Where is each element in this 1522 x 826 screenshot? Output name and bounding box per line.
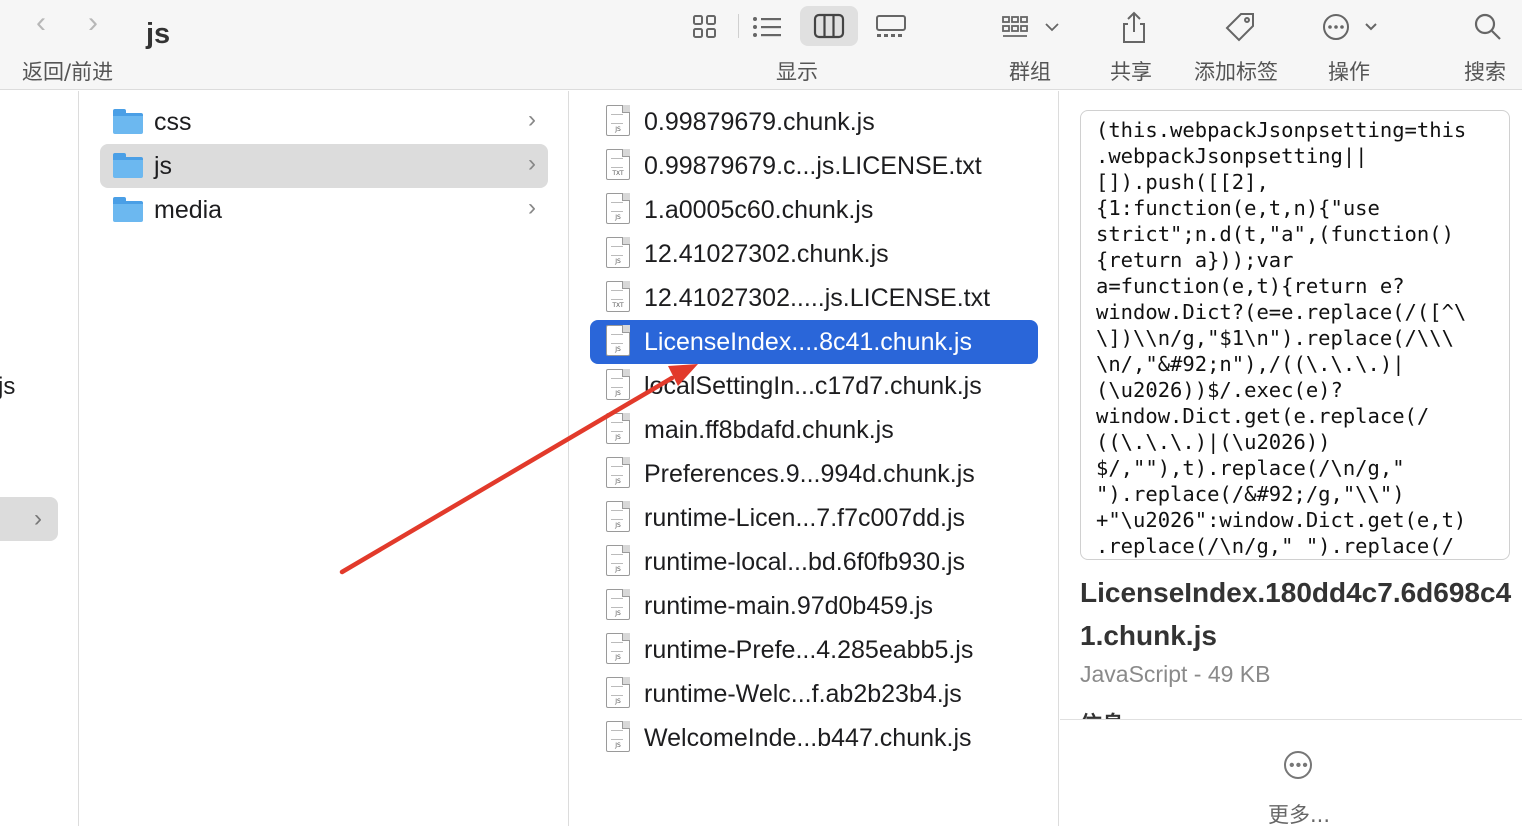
file-name: runtime-local...bd.6f0fb930.js <box>644 548 966 576</box>
action-more-icon[interactable] <box>1320 8 1384 46</box>
file-row[interactable]: JS Preferences.9...994d.chunk.js <box>590 452 1038 496</box>
file-row[interactable]: TXT 0.99879679.c...js.LICENSE.txt <box>590 144 1038 188</box>
file-name: Preferences.9...994d.chunk.js <box>644 460 975 488</box>
code-preview-text: (this.webpackJsonpsetting=this .webpackJ… <box>1096 118 1467 558</box>
share-label: 共享 <box>1110 60 1152 84</box>
more-label[interactable]: 更多... <box>1268 799 1330 826</box>
info-heading: 信息 <box>1080 707 1520 719</box>
folder-icon <box>113 109 143 134</box>
file-row[interactable]: JS runtime-main.97d0b459.js <box>590 584 1038 628</box>
js-file-icon: JS <box>606 633 630 664</box>
file-row[interactable]: JS main.ff8bdafd.chunk.js <box>590 408 1038 452</box>
js-file-icon: JS <box>606 457 630 488</box>
preview-kind-size: JavaScript - 49 KB <box>1080 661 1271 687</box>
folder-name: css <box>154 108 192 136</box>
file-name: main.ff8bdafd.chunk.js <box>644 416 894 444</box>
column-view-icon[interactable] <box>800 6 858 46</box>
file-row[interactable]: JS 0.99879679.chunk.js <box>590 100 1038 144</box>
parent-column: js › <box>0 91 79 826</box>
js-file-icon: JS <box>606 677 630 708</box>
js-file-icon: JS <box>606 413 630 444</box>
code-preview[interactable]: (this.webpackJsonpsetting=this .webpackJ… <box>1080 110 1510 560</box>
js-file-icon: JS <box>606 237 630 268</box>
file-name: WelcomeInde...b447.chunk.js <box>644 724 972 752</box>
folders-column: css › js › media › <box>80 91 569 826</box>
preview-file-name: LicenseIndex.180dd4c7.6d698c41.chunk.js <box>1080 577 1512 651</box>
file-row[interactable]: TXT 12.41027302.....js.LICENSE.txt <box>590 276 1038 320</box>
folder-name: media <box>154 196 223 224</box>
file-name: 0.99879679.chunk.js <box>644 108 875 136</box>
gallery-view-icon[interactable] <box>872 8 910 46</box>
finder-toolbar: ‹ › js 返回/前进 显示 群组 共享 添加标签 操作 搜索 <box>0 0 1522 90</box>
partial-selected-row[interactable]: › <box>0 497 58 541</box>
file-name: runtime-Welc...f.ab2b23b4.js <box>644 680 962 708</box>
action-label: 操作 <box>1328 60 1370 84</box>
back-arrow-icon[interactable]: ‹ <box>36 8 46 38</box>
js-file-icon: JS <box>606 369 630 400</box>
txt-file-icon: TXT <box>606 281 630 312</box>
file-name: localSettingIn...c17d7.chunk.js <box>644 372 982 400</box>
search-icon[interactable] <box>1468 8 1508 46</box>
window-title: js <box>146 18 171 50</box>
js-file-icon: JS <box>606 501 630 532</box>
divider <box>1060 719 1522 720</box>
file-name: 12.41027302.chunk.js <box>644 240 889 268</box>
folder-icon <box>113 153 143 178</box>
js-file-icon: JS <box>606 589 630 620</box>
partial-item-label: js <box>0 373 16 400</box>
js-file-icon: JS <box>606 545 630 576</box>
toolbar-separator <box>738 14 739 38</box>
file-name: 0.99879679.c...js.LICENSE.txt <box>644 152 982 180</box>
view-label: 显示 <box>776 60 818 84</box>
group-icon[interactable] <box>1000 8 1064 46</box>
file-name: 12.41027302.....js.LICENSE.txt <box>644 284 991 312</box>
tags-label: 添加标签 <box>1194 60 1278 84</box>
icon-view-icon[interactable] <box>686 8 724 46</box>
folder-row-js[interactable]: js › <box>100 144 548 188</box>
file-name: runtime-Prefe...4.285eabb5.js <box>644 636 974 664</box>
chevron-right-icon: › <box>528 194 536 221</box>
file-row[interactable]: JS runtime-Licen...7.f7c007dd.js <box>590 496 1038 540</box>
group-label: 群组 <box>1009 60 1051 84</box>
js-file-icon: JS <box>606 721 630 752</box>
tag-icon[interactable] <box>1218 8 1262 46</box>
js-file-icon: JS <box>606 105 630 136</box>
file-name: runtime-main.97d0b459.js <box>644 592 934 620</box>
file-row[interactable]: JS runtime-Welc...f.ab2b23b4.js <box>590 672 1038 716</box>
file-row[interactable]: JS localSettingIn...c17d7.chunk.js <box>590 364 1038 408</box>
js-file-icon: JS <box>606 325 630 356</box>
js-file-icon: JS <box>606 193 630 224</box>
folder-icon <box>113 197 143 222</box>
chevron-right-icon: › <box>34 505 42 532</box>
chevron-right-icon: › <box>528 150 536 177</box>
list-view-icon[interactable] <box>748 8 786 46</box>
preview-pane: (this.webpackJsonpsetting=this .webpackJ… <box>1060 91 1522 826</box>
folder-name: js <box>154 152 173 180</box>
folder-row-media[interactable]: media › <box>100 188 548 232</box>
file-row-selected[interactable]: JS LicenseIndex....8c41.chunk.js <box>590 320 1038 364</box>
file-row[interactable]: JS 12.41027302.chunk.js <box>590 232 1038 276</box>
file-name: 1.a0005c60.chunk.js <box>644 196 874 224</box>
chevron-right-icon: › <box>528 106 536 133</box>
file-name: LicenseIndex....8c41.chunk.js <box>644 328 972 356</box>
back-forward-label: 返回/前进 <box>22 60 114 84</box>
file-row[interactable]: JS WelcomeInde...b447.chunk.js <box>590 716 1038 760</box>
folder-row-css[interactable]: css › <box>100 100 548 144</box>
forward-arrow-icon[interactable]: › <box>88 8 98 38</box>
file-row[interactable]: JS 1.a0005c60.chunk.js <box>590 188 1038 232</box>
file-row[interactable]: JS runtime-local...bd.6f0fb930.js <box>590 540 1038 584</box>
file-row[interactable]: JS runtime-Prefe...4.285eabb5.js <box>590 628 1038 672</box>
files-column: JS 0.99879679.chunk.js TXT 0.99879679.c.… <box>570 91 1059 826</box>
more-ellipsis-icon[interactable]: ••• <box>1284 751 1312 779</box>
file-name: runtime-Licen...7.f7c007dd.js <box>644 504 966 532</box>
search-label: 搜索 <box>1464 60 1506 84</box>
share-icon[interactable] <box>1114 8 1154 46</box>
txt-file-icon: TXT <box>606 149 630 180</box>
